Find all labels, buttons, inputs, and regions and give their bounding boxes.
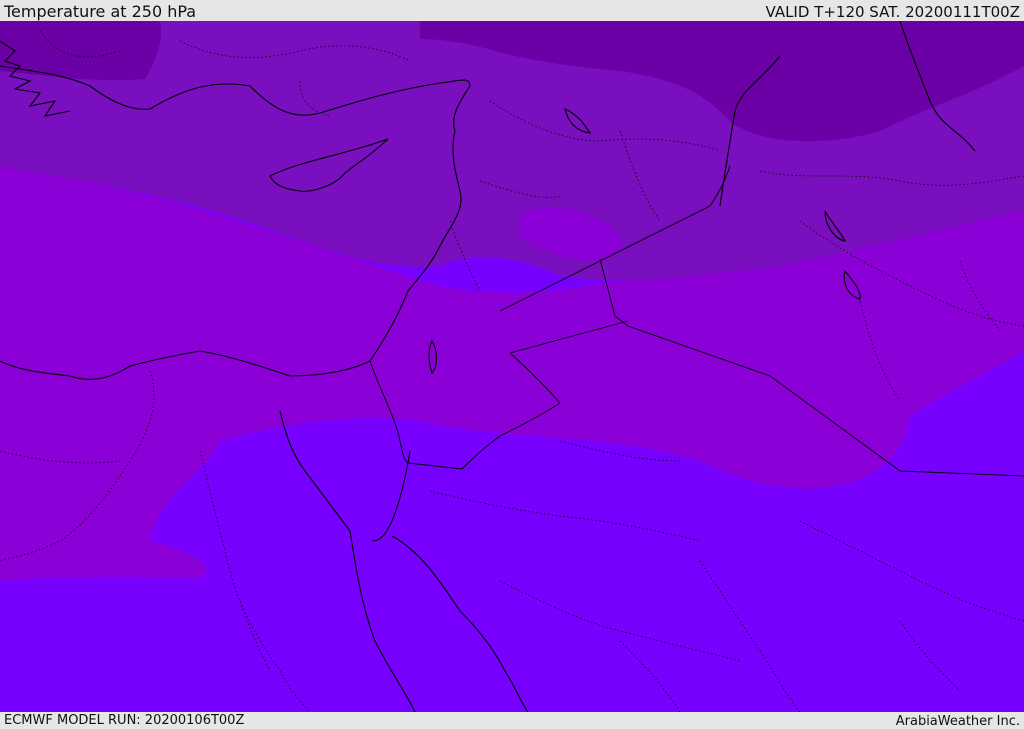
map-title: Temperature at 250 hPa <box>4 2 197 21</box>
temp-field-coldest-nw <box>0 21 162 81</box>
brand-label: ArabiaWeather Inc. <box>895 714 1020 729</box>
map-frame: Temperature at 250 hPa VALID T+120 SAT. … <box>0 0 1024 729</box>
header-bar: Temperature at 250 hPa VALID T+120 SAT. … <box>0 0 1024 21</box>
weather-map <box>0 21 1024 712</box>
valid-time-label: VALID T+120 SAT. 20200111T00Z <box>765 3 1020 21</box>
footer-bar: ECMWF MODEL RUN: 20200106T00Z ArabiaWeat… <box>0 712 1024 729</box>
model-run-label: ECMWF MODEL RUN: 20200106T00Z <box>4 713 245 728</box>
